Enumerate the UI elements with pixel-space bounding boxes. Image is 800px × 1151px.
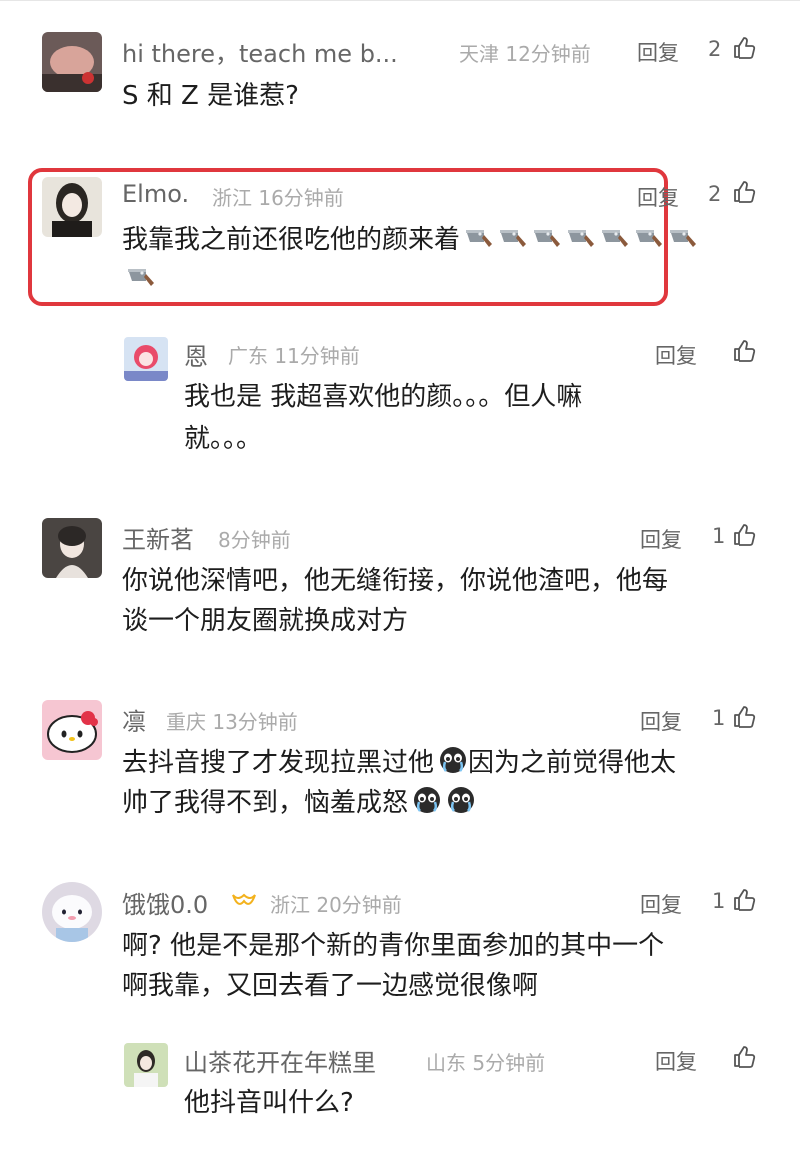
like-count: 1 <box>712 706 726 730</box>
cleaver-knife-icon <box>668 223 698 266</box>
comment-meta: 浙江 16分钟前 <box>212 186 344 210</box>
reply-button[interactable]: 回复 <box>637 37 679 67</box>
thumbs-up-icon[interactable] <box>732 180 756 204</box>
username[interactable]: Elmo. <box>122 180 189 208</box>
avatar[interactable] <box>42 882 102 942</box>
cleaver-knife-icon <box>566 223 596 266</box>
comment-meta: 天津 12分钟前 <box>459 42 591 66</box>
cleaver-emoji-row <box>460 225 698 255</box>
thumbs-up-icon[interactable] <box>732 36 756 60</box>
comment-text: 他抖音叫什么? <box>184 1088 354 1118</box>
crying-face-icon <box>412 785 442 829</box>
reply-button[interactable]: 回复 <box>655 340 697 370</box>
thumbs-up-icon[interactable] <box>732 339 756 363</box>
comment-text: 谈一个朋友圈就换成对方 <box>122 606 409 636</box>
cleaver-emoji-row <box>122 264 156 294</box>
top-divider <box>0 0 800 1</box>
like-count: 2 <box>708 37 722 61</box>
username[interactable]: 凛 <box>122 702 146 737</box>
like-count: 2 <box>708 182 722 206</box>
like-count: 1 <box>712 889 726 913</box>
reply-button[interactable]: 回复 <box>640 889 682 919</box>
avatar[interactable] <box>42 518 102 578</box>
thumbs-up-icon[interactable] <box>732 1045 756 1069</box>
comment-meta: 8分钟前 <box>218 528 291 552</box>
comment-meta: 浙江 20分钟前 <box>270 893 402 917</box>
comment-text: 帅了我得不到，恼羞成怒 <box>122 782 476 829</box>
crown-icon <box>232 893 256 905</box>
username[interactable]: 山茶花开在年糕里 <box>184 1043 376 1078</box>
comment-text: 啊我靠，又回去看了一边感觉很像啊 <box>122 971 539 1001</box>
comment-meta: 广东 11分钟前 <box>228 344 360 368</box>
comment-text: 就。。。 <box>184 424 263 454</box>
comment-text: 我靠我之前还很吃他的颜来着 <box>122 219 698 266</box>
username[interactable]: 王新茗 <box>122 520 194 555</box>
comment-text: 你说他深情吧，他无缝衔接，你说他渣吧，他每 <box>122 566 669 596</box>
avatar[interactable] <box>124 337 168 381</box>
comment-text: S 和 Z 是谁惹? <box>122 81 299 111</box>
comment-text-overflow <box>122 258 156 305</box>
cleaver-knife-icon <box>126 262 156 305</box>
cleaver-knife-icon <box>464 223 494 266</box>
thumbs-up-icon[interactable] <box>732 705 756 729</box>
thumbs-up-icon[interactable] <box>732 523 756 547</box>
comment-meta: 山东 5分钟前 <box>426 1051 546 1075</box>
comment-text: 啊? 他是不是那个新的青你里面参加的其中一个 <box>122 931 665 961</box>
username[interactable]: 饿饿0.0 <box>122 885 208 920</box>
cleaver-knife-icon <box>532 223 562 266</box>
reply-button[interactable]: 回复 <box>637 182 679 212</box>
crying-face-icon <box>446 785 476 829</box>
comment-text: 我也是 我超喜欢他的颜。。。但人嘛 <box>184 382 583 412</box>
reply-button[interactable]: 回复 <box>640 706 682 736</box>
username[interactable]: 恩 <box>184 337 208 372</box>
username[interactable]: hi there，teach me b... <box>122 34 398 69</box>
comment-meta: 重庆 13分钟前 <box>166 710 298 734</box>
cleaver-knife-icon <box>498 223 528 266</box>
avatar[interactable] <box>42 177 102 237</box>
avatar[interactable] <box>42 700 102 760</box>
cleaver-knife-icon <box>634 223 664 266</box>
thumbs-up-icon[interactable] <box>732 888 756 912</box>
reply-button[interactable]: 回复 <box>640 524 682 554</box>
cleaver-knife-icon <box>600 223 630 266</box>
avatar[interactable] <box>124 1043 168 1087</box>
avatar[interactable] <box>42 32 102 92</box>
like-count: 1 <box>712 524 726 548</box>
reply-button[interactable]: 回复 <box>655 1046 697 1076</box>
